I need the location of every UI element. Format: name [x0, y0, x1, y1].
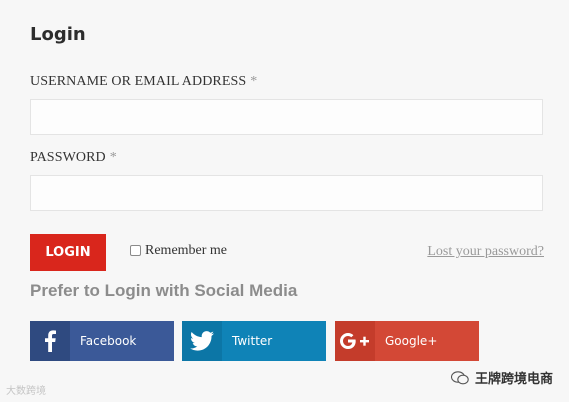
remember-checkbox[interactable] [130, 244, 141, 256]
page-title: Login [30, 24, 86, 45]
watermark-right-text: 王牌跨境电商 [474, 372, 553, 387]
twitter-icon [182, 321, 222, 361]
twitter-label: Twitter [232, 334, 273, 348]
social-heading: Prefer to Login with Social Media [30, 281, 298, 300]
google-plus-icon [335, 321, 375, 361]
password-input[interactable] [30, 175, 543, 211]
username-input[interactable] [30, 99, 543, 135]
remember-label: Remember me [145, 243, 228, 258]
watermark-left: 大数跨境 [6, 386, 46, 397]
lost-password-link[interactable]: Lost your password? [427, 244, 544, 260]
google-plus-label: Google+ [385, 334, 438, 348]
facebook-label: Facebook [80, 334, 137, 348]
watermark-right: 王牌跨境电商 [450, 368, 553, 387]
facebook-login-button[interactable]: Facebook [30, 321, 174, 361]
login-button[interactable]: LOGIN [30, 234, 106, 271]
facebook-icon [30, 321, 70, 361]
required-mark: * [250, 74, 258, 89]
google-plus-login-button[interactable]: Google+ [335, 321, 479, 361]
required-mark: * [109, 150, 117, 165]
remember-me[interactable]: Remember me [130, 243, 227, 259]
wechat-icon [450, 370, 469, 384]
username-label: USERNAME OR EMAIL ADDRESS * [30, 74, 258, 89]
password-label: PASSWORD * [30, 150, 117, 165]
twitter-login-button[interactable]: Twitter [182, 321, 326, 361]
